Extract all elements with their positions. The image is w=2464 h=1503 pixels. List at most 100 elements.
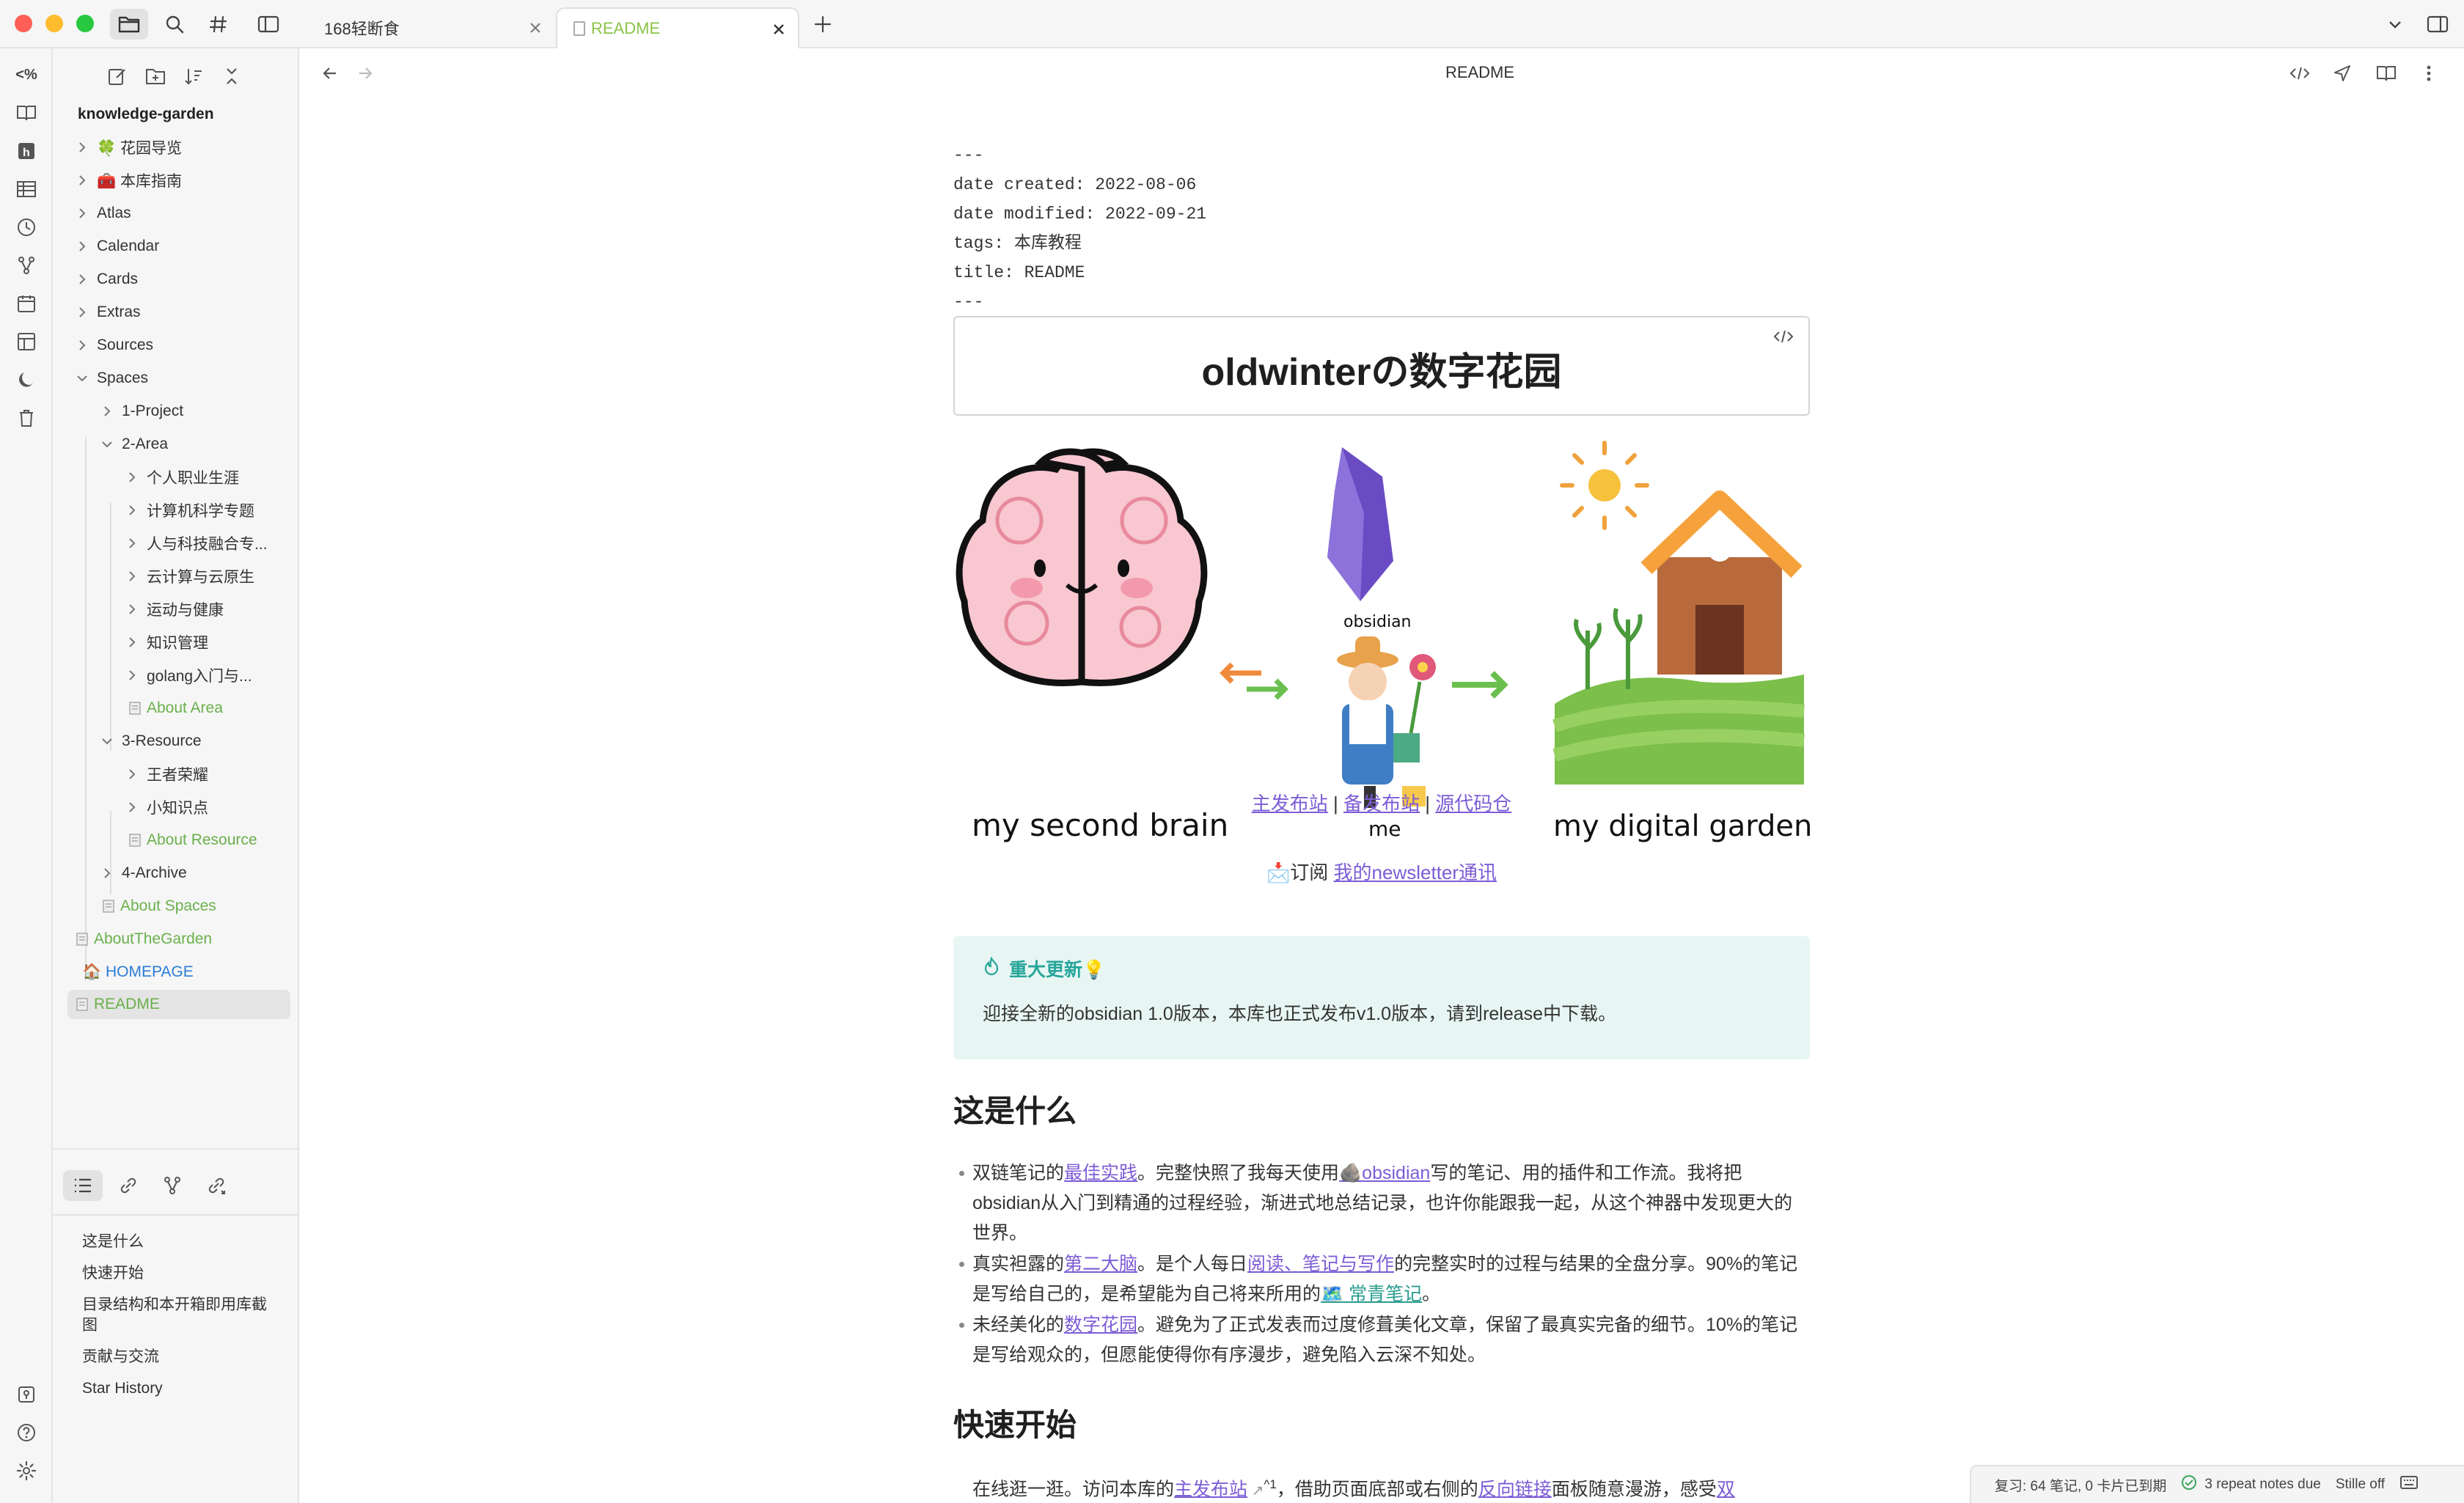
send-icon[interactable] xyxy=(2328,60,2357,87)
obsidian-link[interactable]: 🪨obsidian xyxy=(1339,1163,1430,1183)
collapse-all-icon[interactable] xyxy=(217,62,246,91)
reading-view-icon[interactable] xyxy=(2372,60,2401,87)
tree-folder[interactable]: 3-Resource xyxy=(100,727,202,756)
tree-folder[interactable]: 2-Area xyxy=(100,430,168,459)
back-arrow-icon[interactable] xyxy=(318,62,342,85)
tab-168[interactable]: 168轻断食 xyxy=(308,7,554,48)
close-icon[interactable] xyxy=(771,22,786,41)
tree-folder[interactable]: 4-Archive xyxy=(100,859,187,888)
outline-item[interactable]: 贡献与交流 xyxy=(82,1347,287,1367)
review-status[interactable]: 复习: 64 笔记, 0 卡片已到期 xyxy=(1995,1475,2166,1495)
tree-file[interactable]: About Spaces xyxy=(101,892,216,921)
frontmatter-dash: --- xyxy=(953,146,984,165)
reading-notes-writing-link[interactable]: 阅读、笔记与写作 xyxy=(1247,1254,1394,1274)
graph-view-icon[interactable] xyxy=(153,1170,192,1201)
best-practice-link[interactable]: 最佳实践 xyxy=(1064,1163,1137,1183)
tree-folder[interactable]: 1-Project xyxy=(100,397,183,426)
close-icon[interactable] xyxy=(528,21,543,40)
heading-quick-start: 快速开始 xyxy=(953,1408,1077,1442)
repo-link[interactable]: 源代码仓 xyxy=(1435,793,1511,815)
bidirectional-link[interactable]: 双 xyxy=(1717,1479,1735,1499)
tree-folder[interactable]: 运动与健康 xyxy=(125,595,224,624)
new-folder-icon[interactable] xyxy=(141,62,170,91)
tree-file[interactable]: About Area xyxy=(128,694,223,723)
stille-status[interactable]: Stille off xyxy=(2336,1477,2385,1493)
calendar-icon[interactable] xyxy=(12,289,41,318)
tree-folder[interactable]: 🍀 花园导览 xyxy=(75,133,182,162)
backlinks-icon[interactable] xyxy=(109,1170,148,1201)
minimize-window-button[interactable] xyxy=(45,15,63,32)
text: ，借助页面底部或右侧的 xyxy=(1276,1479,1478,1499)
more-options-icon[interactable] xyxy=(2414,60,2443,87)
new-note-icon[interactable] xyxy=(103,62,132,91)
brain-illustration xyxy=(956,448,1208,686)
newsletter-link[interactable]: 我的newsletter通讯 xyxy=(1334,861,1497,883)
tree-folder[interactable]: 计算机科学专题 xyxy=(125,496,254,525)
keyboard-icon[interactable] xyxy=(2399,1474,2419,1495)
check-circle-icon xyxy=(2181,1474,2197,1495)
footnote-ref[interactable]: ^1 xyxy=(1264,1477,1276,1491)
outline-item[interactable]: 这是什么 xyxy=(82,1232,287,1252)
tree-folder[interactable]: 知识管理 xyxy=(125,628,208,657)
tree-folder[interactable]: Sources xyxy=(75,331,153,360)
h-box-icon[interactable]: h xyxy=(12,136,41,166)
tree-folder[interactable]: Extras xyxy=(75,298,141,327)
moon-icon[interactable] xyxy=(12,365,41,394)
help-icon[interactable] xyxy=(12,1418,41,1447)
tree-file[interactable]: 🏠 HOMEPAGE xyxy=(82,958,194,987)
note-title[interactable]: README xyxy=(1326,63,1634,82)
sort-icon[interactable] xyxy=(179,62,208,91)
outline-item[interactable]: 目录结构和本开箱即用库截图 xyxy=(82,1295,273,1336)
tree-file-active[interactable]: README xyxy=(67,990,290,1019)
tab-list-chevron-icon[interactable] xyxy=(2376,9,2414,40)
backup-site-link[interactable]: 备发布站 xyxy=(1343,793,1420,815)
tab-readme[interactable]: README xyxy=(556,7,799,48)
trash-icon[interactable] xyxy=(12,403,41,433)
tree-folder[interactable]: 🧰 本库指南 xyxy=(75,166,182,195)
outline-item[interactable]: 快速开始 xyxy=(82,1263,287,1284)
vault-name[interactable]: knowledge-garden xyxy=(78,106,214,123)
open-book-icon[interactable] xyxy=(12,98,41,128)
edit-block-code-icon[interactable] xyxy=(1773,328,1794,349)
repeat-notes-status[interactable]: 3 repeat notes due xyxy=(2204,1477,2320,1493)
forward-arrow-icon[interactable] xyxy=(353,62,377,85)
source-mode-icon[interactable] xyxy=(2285,60,2314,87)
vault-switch-icon[interactable] xyxy=(12,1380,41,1409)
outline-item[interactable]: Star History xyxy=(82,1378,287,1399)
hashtag-icon[interactable] xyxy=(199,9,238,40)
evergreen-notes-link[interactable]: 🗺️ 常青笔记 xyxy=(1321,1284,1422,1304)
tree-folder[interactable]: 小知识点 xyxy=(125,793,208,822)
link-separator: | xyxy=(1332,793,1338,815)
tree-file[interactable]: AboutTheGarden xyxy=(75,925,212,954)
switcher-icon[interactable]: <% xyxy=(12,60,41,89)
graph-icon[interactable] xyxy=(12,251,41,280)
digital-garden-link[interactable]: 数字花园 xyxy=(1064,1315,1137,1335)
search-icon[interactable] xyxy=(155,9,194,40)
main-site-link[interactable]: 主发布站 xyxy=(1252,793,1328,815)
right-sidebar-toggle-icon[interactable] xyxy=(2419,9,2457,40)
tree-file[interactable]: About Resource xyxy=(128,826,257,855)
second-brain-link[interactable]: 第二大脑 xyxy=(1064,1254,1137,1274)
layout-icon[interactable] xyxy=(12,327,41,356)
tree-folder[interactable]: 王者荣耀 xyxy=(125,760,208,789)
close-window-button[interactable] xyxy=(15,15,32,32)
table-icon[interactable] xyxy=(12,174,41,204)
maximize-window-button[interactable] xyxy=(76,15,94,32)
tree-folder[interactable]: Calendar xyxy=(75,232,159,261)
main-site-link[interactable]: 主发布站 xyxy=(1174,1479,1247,1499)
outline-tab-icon[interactable] xyxy=(63,1170,103,1201)
clock-icon[interactable] xyxy=(12,213,41,242)
tree-folder[interactable]: 人与科技融合专... xyxy=(125,529,268,558)
folder-icon[interactable] xyxy=(110,9,148,40)
outgoing-links-icon[interactable] xyxy=(197,1170,236,1201)
tree-folder[interactable]: golang入门与... xyxy=(125,661,252,690)
new-tab-button[interactable] xyxy=(804,9,842,40)
tree-folder[interactable]: Cards xyxy=(75,265,138,294)
settings-gear-icon[interactable] xyxy=(12,1456,41,1485)
tree-folder[interactable]: Atlas xyxy=(75,199,131,228)
tree-folder[interactable]: 个人职业生涯 xyxy=(125,463,239,492)
sidebar-toggle-icon[interactable] xyxy=(249,9,287,40)
tree-folder[interactable]: 云计算与云原生 xyxy=(125,562,254,591)
backlinks-link[interactable]: 反向链接 xyxy=(1478,1479,1552,1499)
tree-folder[interactable]: Spaces xyxy=(75,364,148,393)
